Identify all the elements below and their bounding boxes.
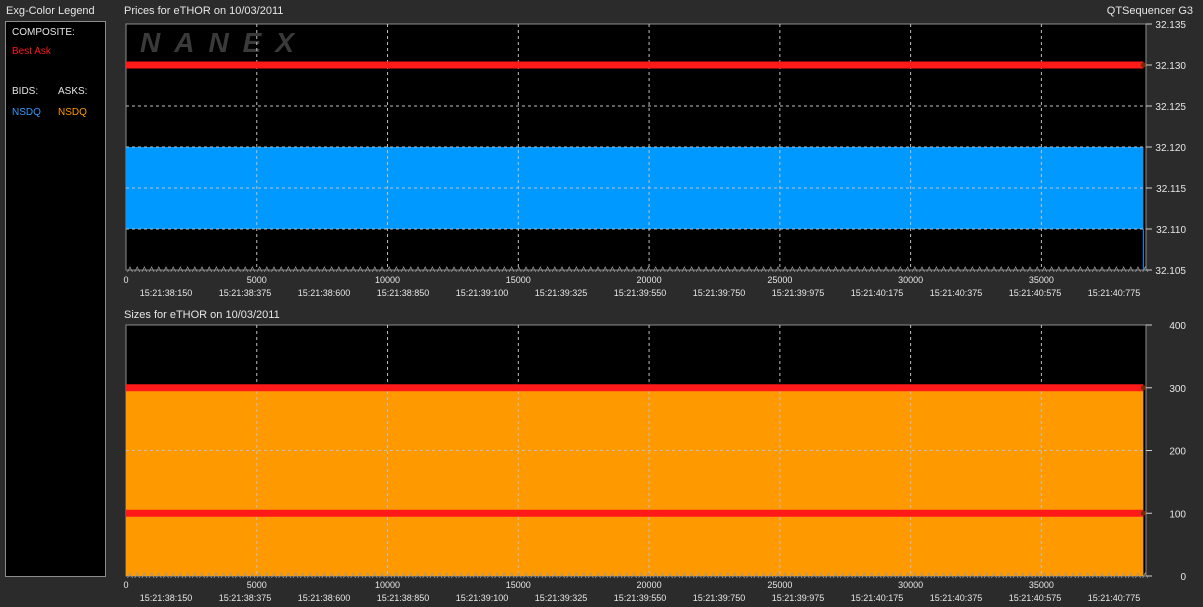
price-time-label: 15:21:38:150 bbox=[140, 288, 193, 298]
size-time-label: 15:21:39:100 bbox=[456, 593, 509, 603]
price-time-label: 15:21:38:375 bbox=[219, 288, 272, 298]
size-time-label: 15:21:39:750 bbox=[693, 593, 746, 603]
price-time-label: 15:21:40:375 bbox=[930, 288, 983, 298]
price-x-tick-label: 15000 bbox=[506, 275, 531, 285]
size-time-label: 15:21:40:175 bbox=[851, 593, 904, 603]
price-x-tick-label: 5000 bbox=[247, 275, 267, 285]
size-x-tick-label: 15000 bbox=[506, 580, 531, 590]
size-ask-size-fill bbox=[126, 387, 1144, 576]
price-y-tick-label: 32.115 bbox=[1156, 184, 1186, 195]
size-line-end-dot bbox=[1140, 510, 1146, 516]
size-time-label: 15:21:39:325 bbox=[535, 593, 588, 603]
price-time-label: 15:21:40:775 bbox=[1088, 288, 1141, 298]
price-time-label: 15:21:38:600 bbox=[298, 288, 351, 298]
size-time-label: 15:21:38:150 bbox=[140, 593, 193, 603]
price-time-label: 15:21:39:975 bbox=[772, 288, 825, 298]
price-time-label: 15:21:39:550 bbox=[614, 288, 667, 298]
size-x-tick-label: 0 bbox=[123, 580, 128, 590]
watermark: NANEX bbox=[140, 27, 308, 58]
price-x-tick-label: 35000 bbox=[1029, 275, 1054, 285]
chart-canvas: NANEX 32.135 32.130 32.125 32.120 32.115 32.11… bbox=[123, 20, 1186, 603]
size-y-tick-label: 0 bbox=[1180, 572, 1186, 583]
price-time-label: 15:21:39:750 bbox=[693, 288, 746, 298]
size-time-label: 15:21:40:375 bbox=[930, 593, 983, 603]
size-x-tick-label: 20000 bbox=[637, 580, 662, 590]
price-y-tick-label: 32.120 bbox=[1155, 143, 1186, 154]
price-y-tick-label: 32.105 bbox=[1155, 266, 1186, 277]
price-line-end-dot bbox=[1140, 62, 1146, 68]
price-time-label: 15:21:40:575 bbox=[1009, 288, 1062, 298]
price-x-tick-label: 25000 bbox=[767, 275, 792, 285]
size-y-tick-label: 300 bbox=[1169, 384, 1186, 395]
size-y-tick-label: 400 bbox=[1169, 321, 1186, 332]
price-time-label: 15:21:39:325 bbox=[535, 288, 588, 298]
size-x-tick-label: 10000 bbox=[375, 580, 400, 590]
price-time-label: 15:21:38:850 bbox=[377, 288, 430, 298]
price-time-label: 15:21:40:175 bbox=[851, 288, 904, 298]
size-time-label: 15:21:39:550 bbox=[614, 593, 667, 603]
size-x-tick-label: 35000 bbox=[1029, 580, 1054, 590]
size-time-label: 15:21:38:375 bbox=[219, 593, 272, 603]
size-time-label: 15:21:40:775 bbox=[1088, 593, 1141, 603]
size-time-label: 15:21:40:575 bbox=[1009, 593, 1062, 603]
price-y-tick-label: 32.130 bbox=[1155, 61, 1186, 72]
size-x-tick-label: 5000 bbox=[247, 580, 267, 590]
price-x-tick-label: 0 bbox=[123, 275, 128, 285]
size-y-tick-label: 200 bbox=[1169, 447, 1186, 458]
size-time-label: 15:21:38:600 bbox=[298, 593, 351, 603]
size-time-label: 15:21:39:975 bbox=[772, 593, 825, 603]
price-y-tick-label: 32.135 bbox=[1155, 20, 1186, 31]
price-x-tick-label: 10000 bbox=[375, 275, 400, 285]
size-y-tick-label: 100 bbox=[1169, 509, 1186, 520]
price-y-tick-label: 32.125 bbox=[1155, 102, 1186, 113]
size-x-tick-label: 25000 bbox=[767, 580, 792, 590]
price-x-tick-label: 30000 bbox=[898, 275, 923, 285]
price-x-tick-label: 20000 bbox=[637, 275, 662, 285]
price-y-tick-label: 32.110 bbox=[1156, 225, 1186, 236]
price-time-label: 15:21:39:100 bbox=[456, 288, 509, 298]
size-x-tick-label: 30000 bbox=[898, 580, 923, 590]
size-time-label: 15:21:38:850 bbox=[377, 593, 430, 603]
size-line-end-dot bbox=[1140, 385, 1146, 391]
